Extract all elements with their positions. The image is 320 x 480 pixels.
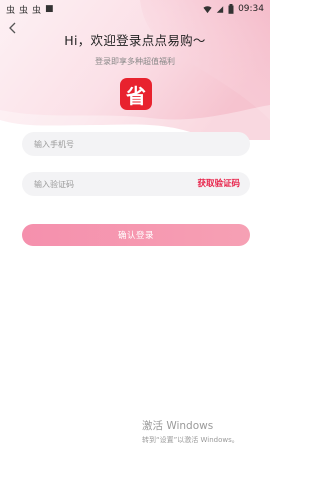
signal-icon xyxy=(216,5,224,13)
notification-icon: 虫 xyxy=(32,5,42,16)
wifi-icon xyxy=(203,5,212,13)
code-field: 获取验证码 xyxy=(22,172,250,196)
logo-glyph: 省 xyxy=(126,83,146,108)
status-bar: 虫 虫 虫 ■ 09:34 xyxy=(0,0,270,18)
login-button[interactable]: 确认登录 xyxy=(22,224,250,246)
phone-input[interactable] xyxy=(34,139,238,149)
battery-icon xyxy=(228,4,234,14)
system-status: 09:34 xyxy=(203,4,264,14)
status-time: 09:34 xyxy=(238,4,264,14)
notification-icon: ■ xyxy=(45,4,54,14)
watermark-subtitle: 转到“设置”以激活 Windows。 xyxy=(142,436,239,444)
notification-icons: 虫 虫 虫 ■ xyxy=(6,3,54,16)
phone-field xyxy=(22,132,250,156)
notification-icon: 虫 xyxy=(19,5,29,16)
greeting-subtitle: 登录即享多种超值福利 xyxy=(95,57,175,66)
notification-icon: 虫 xyxy=(6,5,16,16)
watermark-title: 激活 Windows xyxy=(142,420,214,432)
windows-activation-watermark: 激活 Windows 转到“设置”以激活 Windows。 xyxy=(142,418,239,445)
login-screen: 虫 虫 虫 ■ 09:34 Hi，欢迎登录点点易购〜 登录即享多种超值福利 省 xyxy=(0,0,270,480)
get-code-button[interactable]: 获取验证码 xyxy=(197,172,240,196)
greeting-title: Hi，欢迎登录点点易购〜 xyxy=(64,33,206,48)
app-logo: 省 xyxy=(120,78,152,110)
hero-background xyxy=(0,0,270,140)
